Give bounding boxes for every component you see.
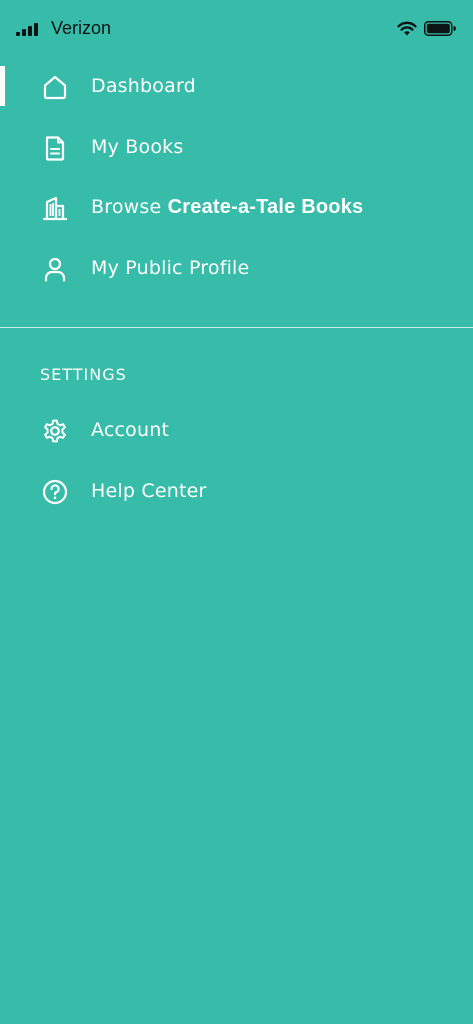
menu-item-label: Help Center xyxy=(91,480,207,502)
menu-item-public-profile[interactable]: My Public Profile xyxy=(0,240,473,296)
settings-section-header: SETTINGS xyxy=(40,365,127,384)
carrier-name: Verizon xyxy=(51,18,112,38)
menu-item-account[interactable]: Account xyxy=(0,402,473,458)
menu-item-my-books[interactable]: My Books xyxy=(0,119,473,175)
menu-item-label: My Books xyxy=(91,136,184,158)
user-icon xyxy=(44,257,66,282)
divider xyxy=(0,327,473,328)
building-icon xyxy=(42,196,68,221)
menu-item-dashboard[interactable]: Dashboard xyxy=(0,58,473,114)
question-circle-icon xyxy=(42,479,68,505)
menu-item-label: Browse Create-a-Tale Books xyxy=(91,194,363,220)
menu-item-label: Dashboard xyxy=(91,75,196,97)
status-bar: Verizon xyxy=(0,0,473,58)
document-icon xyxy=(45,136,65,161)
menu-item-label: My Public Profile xyxy=(91,257,250,279)
gear-icon xyxy=(44,419,66,443)
menu-item-label: Account xyxy=(91,419,170,441)
menu-item-help-center[interactable]: Help Center xyxy=(0,463,473,519)
wifi-icon xyxy=(397,21,417,36)
menu-item-browse[interactable]: Browse Create-a-Tale Books xyxy=(0,179,473,235)
signal-strength-icon xyxy=(16,23,38,36)
browse-label-brand: Create-a-Tale Books xyxy=(167,196,364,218)
battery-icon xyxy=(424,21,456,36)
browse-label-prefix: Browse xyxy=(91,196,168,218)
home-icon xyxy=(43,75,67,100)
